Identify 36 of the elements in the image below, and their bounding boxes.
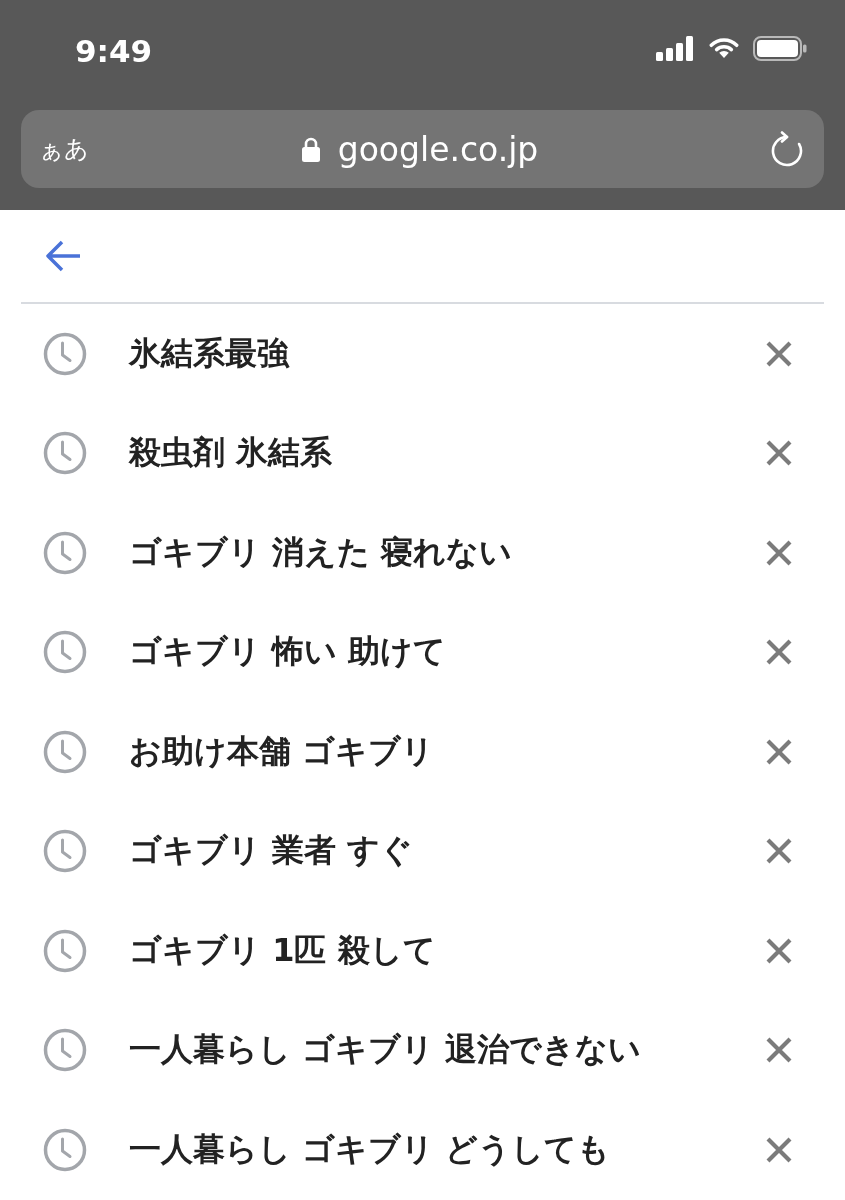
text-size-button[interactable]: ぁあ <box>39 133 89 165</box>
clock-icon <box>43 431 87 476</box>
wifi-icon <box>709 37 739 59</box>
close-icon[interactable] <box>765 339 793 368</box>
history-query[interactable]: ゴキブリ 1匹 殺して <box>129 928 765 973</box>
history-query[interactable]: 一人暮らし ゴキブリ 退治できない <box>129 1028 765 1073</box>
close-icon[interactable] <box>765 638 793 667</box>
close-icon[interactable] <box>765 737 793 766</box>
history-query[interactable]: 氷結系最強 <box>129 331 765 376</box>
back-arrow-icon[interactable] <box>45 240 81 272</box>
clock-icon <box>43 1028 87 1073</box>
clock-icon <box>43 530 87 575</box>
clock-icon <box>43 928 87 973</box>
url-text[interactable]: google.co.jp <box>337 129 539 169</box>
clock-icon <box>43 729 87 774</box>
close-icon[interactable] <box>765 538 793 567</box>
clock-icon <box>43 1127 87 1172</box>
clock-icon <box>43 331 87 376</box>
address-bar[interactable]: ぁあ google.co.jp <box>21 110 824 188</box>
close-icon[interactable] <box>765 439 793 468</box>
history-query[interactable]: 一人暮らし ゴキブリ どうしても <box>129 1127 765 1172</box>
history-query[interactable]: ゴキブリ 怖い 助けて <box>129 630 765 675</box>
battery-icon <box>753 35 807 61</box>
reload-icon[interactable] <box>770 131 804 167</box>
signal-icon <box>656 35 693 61</box>
history-query[interactable]: ゴキブリ 業者 すぐ <box>129 829 765 874</box>
history-query[interactable]: 殺虫剤 氷結系 <box>129 431 765 476</box>
close-icon[interactable] <box>765 1036 793 1065</box>
clock-icon <box>43 829 87 874</box>
history-query[interactable]: ゴキブリ 消えた 寝れない <box>129 530 765 575</box>
status-time: 9:49 <box>75 33 153 69</box>
clock-icon <box>43 630 87 675</box>
close-icon[interactable] <box>765 837 793 866</box>
history-query[interactable]: お助け本舗 ゴキブリ <box>129 729 765 774</box>
close-icon[interactable] <box>765 1135 793 1164</box>
close-icon[interactable] <box>765 936 793 965</box>
